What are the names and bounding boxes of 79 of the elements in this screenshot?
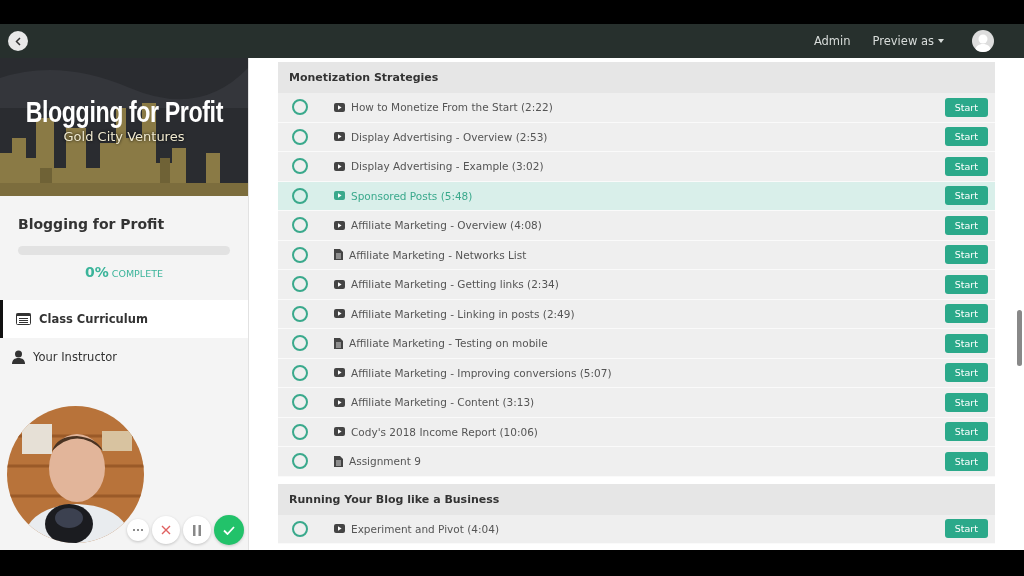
cancel-button[interactable]: [152, 516, 180, 544]
video-icon: [334, 524, 345, 534]
completion-circle[interactable]: [292, 128, 308, 145]
lesson-row[interactable]: Assignment 9 Start: [278, 447, 995, 477]
progress-percent: 0%: [85, 264, 109, 280]
video-icon: [334, 309, 345, 319]
video-icon: [334, 427, 345, 437]
lesson-title: Affiliate Marketing - Testing on mobile: [349, 337, 548, 350]
video-icon: [334, 161, 345, 171]
lesson-title: Cody's 2018 Income Report (10:06): [351, 425, 538, 438]
lesson-title: Affiliate Marketing - Content (3:13): [351, 396, 535, 409]
section-header: Monetization Strategies: [278, 62, 995, 93]
completion-circle[interactable]: [292, 217, 308, 234]
lesson-row[interactable]: Cody's 2018 Income Report (10:06) Start: [278, 417, 995, 447]
close-icon: [161, 525, 171, 535]
document-icon: [334, 455, 343, 467]
document-icon: [334, 337, 343, 349]
completion-circle[interactable]: [292, 453, 308, 470]
lesson-title: Affiliate Marketing - Getting links (2:34): [351, 278, 559, 291]
preview-dropdown[interactable]: Preview as: [872, 34, 944, 48]
lesson-row[interactable]: Affiliate Marketing - Testing on mobile Start: [278, 329, 995, 359]
lesson-title: Affiliate Marketing - Improving conversions (5:07): [351, 366, 612, 379]
banner-title: Blogging for Profit: [25, 96, 223, 129]
lesson-title: Display Advertising - Overview (2:53): [351, 130, 548, 143]
scrollbar-thumb[interactable]: [1017, 310, 1022, 366]
video-icon: [334, 368, 345, 378]
video-icon: [334, 191, 345, 201]
video-icon: [334, 279, 345, 289]
lesson-row[interactable]: Affiliate Marketing - Content (3:13) Start: [278, 388, 995, 418]
video-icon: [334, 132, 345, 142]
confirm-button[interactable]: [214, 515, 244, 545]
lesson-title: Affiliate Marketing - Linking in posts (2:49): [351, 307, 575, 320]
lesson-title: Display Advertising - Example (3:02): [351, 160, 544, 173]
video-icon: [334, 102, 345, 112]
completion-circle[interactable]: [292, 423, 308, 440]
pause-button[interactable]: [183, 516, 211, 544]
more-button[interactable]: [127, 519, 149, 541]
progress-label: COMPLETE: [111, 268, 163, 279]
lesson-row[interactable]: Affiliate Marketing - Linking in posts (2:49) Start: [278, 299, 995, 329]
checkmark-icon: [223, 525, 235, 535]
lesson-row[interactable]: Display Advertising - Example (3:02) Start: [278, 152, 995, 182]
lesson-title: Experiment and Pivot (4:04): [351, 522, 499, 535]
lesson-title: Sponsored Posts (5:48): [351, 189, 473, 202]
caret-icon: [938, 39, 944, 43]
lesson-title: Assignment 9: [349, 455, 421, 468]
lesson-title: How to Monetize From the Start (2:22): [351, 101, 553, 114]
course-title: Blogging for Profit: [18, 216, 166, 232]
back-icon: [15, 36, 21, 46]
lesson-title: Affiliate Marketing - Overview (4:08): [351, 219, 542, 232]
completion-circle[interactable]: [292, 99, 308, 116]
lesson-row[interactable]: Affiliate Marketing - Networks List Start: [278, 240, 995, 270]
admin-link[interactable]: Admin: [813, 34, 851, 48]
completion-circle[interactable]: [292, 158, 308, 175]
completion-circle[interactable]: [292, 520, 308, 537]
sidebar-nav-item[interactable]: Your Instructor: [0, 338, 248, 376]
lesson-row[interactable]: Affiliate Marketing - Getting links (2:34) Start: [278, 270, 995, 300]
sidebar-nav-item[interactable]: Class Curriculum: [0, 300, 248, 338]
video-icon: [334, 397, 345, 407]
pause-icon: [193, 524, 201, 536]
completion-circle[interactable]: [292, 246, 308, 263]
lesson-row[interactable]: Experiment and Pivot (4:04) Start: [278, 514, 995, 544]
video-icon: [334, 220, 345, 230]
lesson-title: Affiliate Marketing - Networks List: [349, 248, 527, 261]
completion-circle[interactable]: [292, 305, 308, 322]
user-avatar[interactable]: [972, 30, 994, 52]
completion-circle[interactable]: [292, 276, 308, 293]
completion-circle[interactable]: [292, 394, 308, 411]
back-button[interactable]: [8, 31, 28, 51]
lesson-row[interactable]: Display Advertising - Overview (2:53) Start: [278, 122, 995, 152]
list-icon: [16, 313, 31, 325]
lesson-row[interactable]: How to Monetize From the Start (2:22) Start: [278, 93, 995, 123]
section-header: Running Your Blog like a Business: [278, 483, 995, 515]
completion-circle[interactable]: [292, 335, 308, 352]
completion-circle[interactable]: [292, 364, 308, 381]
person-icon: [12, 350, 25, 364]
completion-circle[interactable]: [292, 187, 308, 204]
document-icon: [334, 249, 343, 261]
lesson-row[interactable]: Affiliate Marketing - Improving conversions (5:07) Start: [278, 358, 995, 388]
lesson-row[interactable]: Affiliate Marketing - Overview (4:08) Start: [278, 211, 995, 241]
